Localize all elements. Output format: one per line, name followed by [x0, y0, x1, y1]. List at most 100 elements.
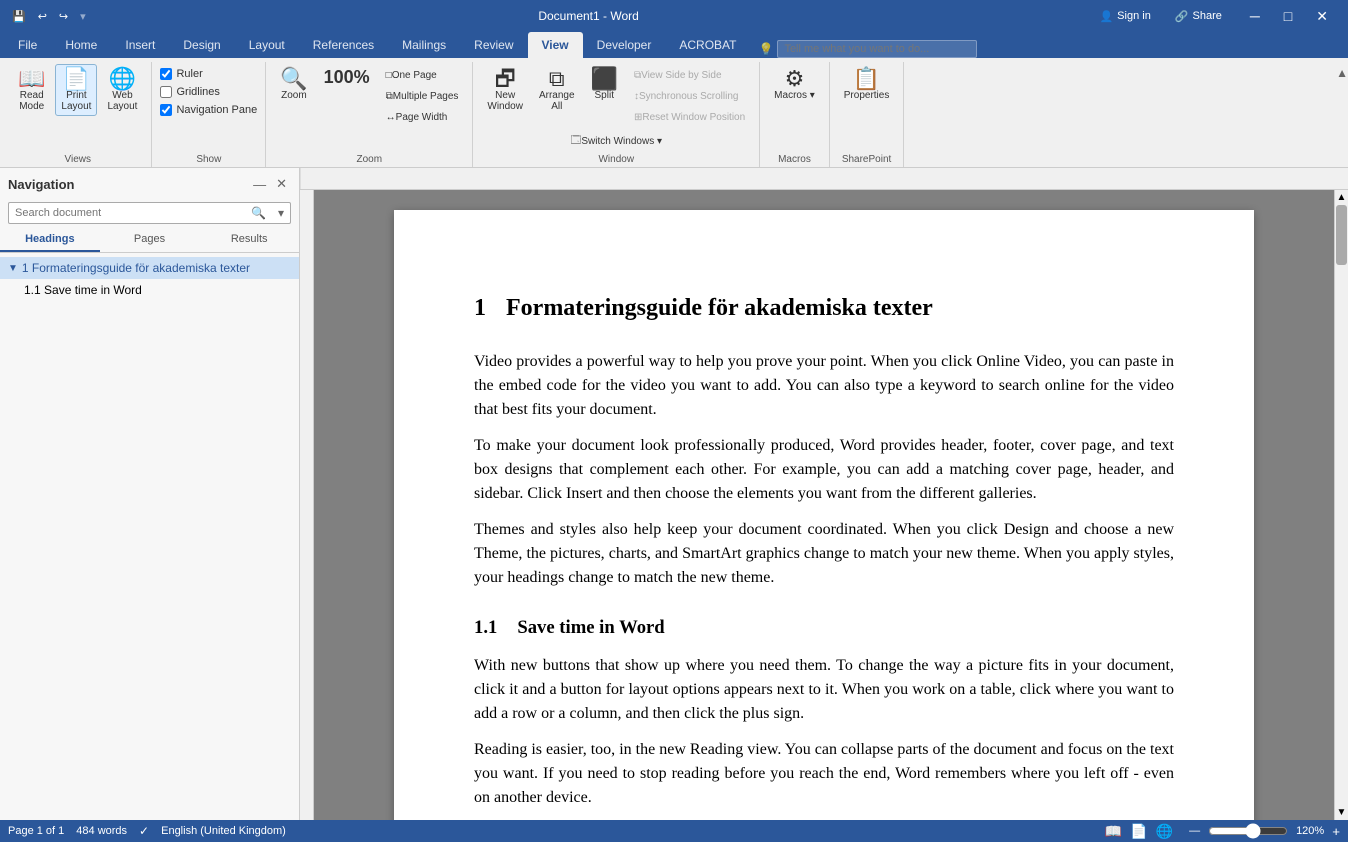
print-layout-button[interactable]: 📄 PrintLayout	[55, 64, 97, 116]
one-page-button[interactable]: □ One Page	[380, 66, 465, 85]
ruler-checkbox[interactable]: Ruler	[160, 66, 202, 82]
view-side-by-side-button[interactable]: ⧉ View Side by Side	[628, 66, 751, 85]
tab-insert[interactable]: Insert	[111, 32, 169, 58]
window-title: Document1 - Word	[86, 9, 1092, 23]
split-button[interactable]: ⬛ Split	[585, 64, 624, 116]
properties-button[interactable]: 📋 Properties	[838, 64, 896, 105]
web-layout-button[interactable]: 🌐 WebLayout	[101, 64, 143, 116]
minimize-button[interactable]: ─	[1238, 6, 1272, 27]
ruler-svg	[300, 168, 1348, 189]
multiple-pages-button[interactable]: ⧉ Multiple Pages	[380, 87, 465, 106]
arrange-all-button[interactable]: ⧉ ArrangeAll	[533, 64, 581, 116]
scroll-up-button[interactable]: ▲	[1335, 190, 1348, 205]
tab-layout[interactable]: Layout	[235, 32, 299, 58]
split-icon: ⬛	[591, 68, 618, 90]
macros-group-label: Macros	[778, 154, 811, 167]
gridlines-checkbox[interactable]: Gridlines	[160, 84, 219, 100]
paragraph-5[interactable]: Reading is easier, too, in the new Readi…	[474, 738, 1174, 810]
web-view-button[interactable]: 🌐	[1156, 823, 1173, 840]
proofing-icon: ✓	[139, 824, 149, 838]
tab-file[interactable]: File	[4, 32, 51, 58]
horizontal-ruler	[300, 168, 1348, 190]
navigation-panel: Navigation — ✕ 🔍 ▾ Headings Pages Result…	[0, 168, 300, 820]
read-mode-button[interactable]: 📖 ReadMode	[12, 64, 51, 116]
nav-item-heading2-text: 1.1 Save time in Word	[24, 283, 142, 297]
nav-item-heading1-text: 1 Formateringsguide för akademiska texte…	[22, 261, 250, 275]
tab-references[interactable]: References	[299, 32, 388, 58]
tab-design[interactable]: Design	[169, 32, 234, 58]
doc-scroll[interactable]: 1 Formateringsguide för akademiska texte…	[314, 190, 1334, 820]
tab-mailings[interactable]: Mailings	[388, 32, 460, 58]
nav-item-heading1[interactable]: ▼ 1 Formateringsguide för akademiska tex…	[0, 257, 299, 279]
print-layout-icon: 📄	[63, 68, 90, 90]
reset-position-button[interactable]: ⊞ Reset Window Position	[628, 108, 751, 127]
tab-acrobat[interactable]: ACROBAT	[665, 32, 750, 58]
search-button[interactable]: 🔍	[245, 203, 272, 223]
nav-title: Navigation	[8, 177, 74, 192]
ribbon-tabs: File Home Insert Design Layout Reference…	[0, 32, 1348, 58]
new-window-button[interactable]: 🗗 NewWindow	[481, 64, 529, 116]
sharepoint-group-label: SharePoint	[842, 154, 891, 167]
nav-tab-headings[interactable]: Headings	[0, 228, 100, 252]
nav-minimize-button[interactable]: —	[249, 174, 270, 194]
nav-items: ▼ 1 Formateringsguide för akademiska tex…	[0, 253, 299, 820]
paragraph-3[interactable]: Themes and styles also help keep your do…	[474, 518, 1174, 590]
sync-scrolling-icon: ↕	[634, 91, 639, 102]
properties-icon: 📋	[853, 68, 880, 90]
nav-item-heading2[interactable]: 1.1 Save time in Word	[0, 279, 299, 301]
restore-button[interactable]: □	[1272, 6, 1304, 27]
paragraph-4[interactable]: With new buttons that show up where you …	[474, 654, 1174, 726]
show-group-label: Show	[196, 154, 221, 167]
heading1: 1 Formateringsguide för akademiska texte…	[474, 290, 1174, 326]
nav-search: 🔍 ▾	[8, 202, 291, 224]
search-input[interactable]	[9, 203, 245, 223]
save-button[interactable]: 💾	[8, 8, 30, 25]
heading1-text: Formateringsguide för akademiska texter	[506, 290, 933, 326]
nav-tabs: Headings Pages Results	[0, 228, 299, 253]
close-button[interactable]: ✕	[1304, 6, 1340, 27]
zoom-slider[interactable]	[1208, 823, 1288, 839]
page-info: Page 1 of 1	[8, 825, 64, 837]
scroll-thumb[interactable]	[1336, 205, 1347, 265]
paragraph-1[interactable]: Video provides a powerful way to help yo…	[474, 350, 1174, 422]
tab-home[interactable]: Home	[51, 32, 111, 58]
print-layout-status-button[interactable]: 📄	[1130, 823, 1147, 840]
redo-button[interactable]: ↪	[55, 8, 72, 25]
tab-review[interactable]: Review	[460, 32, 527, 58]
switch-windows-button[interactable]: 🗔 Switch Windows ▾	[565, 129, 668, 154]
nav-tab-results[interactable]: Results	[199, 228, 299, 252]
read-view-button[interactable]: 📖	[1105, 823, 1122, 840]
status-bar: Page 1 of 1 484 words ✓ English (United …	[0, 820, 1348, 842]
share-button[interactable]: 🔗Share	[1167, 8, 1230, 25]
collapse-ribbon-button[interactable]: ▲	[1336, 66, 1348, 80]
main-layout: Navigation — ✕ 🔍 ▾ Headings Pages Result…	[0, 168, 1348, 820]
zoom-icon: 🔍	[280, 68, 307, 90]
vertical-ruler	[300, 190, 314, 820]
ribbon-group-macros: ⚙ Macros ▾ Macros	[760, 62, 830, 167]
expand-arrow-icon: ▼	[8, 263, 18, 274]
page-width-button[interactable]: ↔ Page Width	[380, 108, 465, 127]
vertical-scrollbar[interactable]: ▲ ▼	[1334, 190, 1348, 820]
tab-view[interactable]: View	[528, 32, 583, 58]
zoom-100-button[interactable]: 100%	[318, 64, 376, 90]
sign-in-button[interactable]: 👤Sign in	[1091, 8, 1158, 25]
ribbon-group-window: 🗗 NewWindow ⧉ ArrangeAll ⬛ Split ⧉ View …	[473, 62, 760, 167]
zoom-level: 120%	[1296, 825, 1324, 837]
paragraph-2[interactable]: To make your document look professionall…	[474, 434, 1174, 506]
nav-close-button[interactable]: ✕	[272, 174, 291, 194]
heading1-number: 1	[474, 290, 486, 326]
navigation-pane-checkbox[interactable]: Navigation Pane	[160, 102, 257, 118]
nav-tab-pages[interactable]: Pages	[100, 228, 200, 252]
zoom-button[interactable]: 🔍 Zoom	[274, 64, 313, 105]
tell-me-input[interactable]	[777, 40, 977, 58]
macros-button[interactable]: ⚙ Macros ▾	[768, 64, 821, 105]
window-group-label: Window	[598, 154, 634, 167]
macros-icon: ⚙	[785, 68, 805, 90]
zoom-group-label: Zoom	[357, 154, 383, 167]
sync-scrolling-button[interactable]: ↕ Synchronous Scrolling	[628, 87, 751, 106]
search-dropdown-button[interactable]: ▾	[272, 203, 290, 223]
tab-developer[interactable]: Developer	[583, 32, 666, 58]
scroll-down-button[interactable]: ▼	[1335, 805, 1348, 820]
language[interactable]: English (United Kingdom)	[161, 825, 286, 837]
undo-button[interactable]: ↩	[34, 8, 51, 25]
